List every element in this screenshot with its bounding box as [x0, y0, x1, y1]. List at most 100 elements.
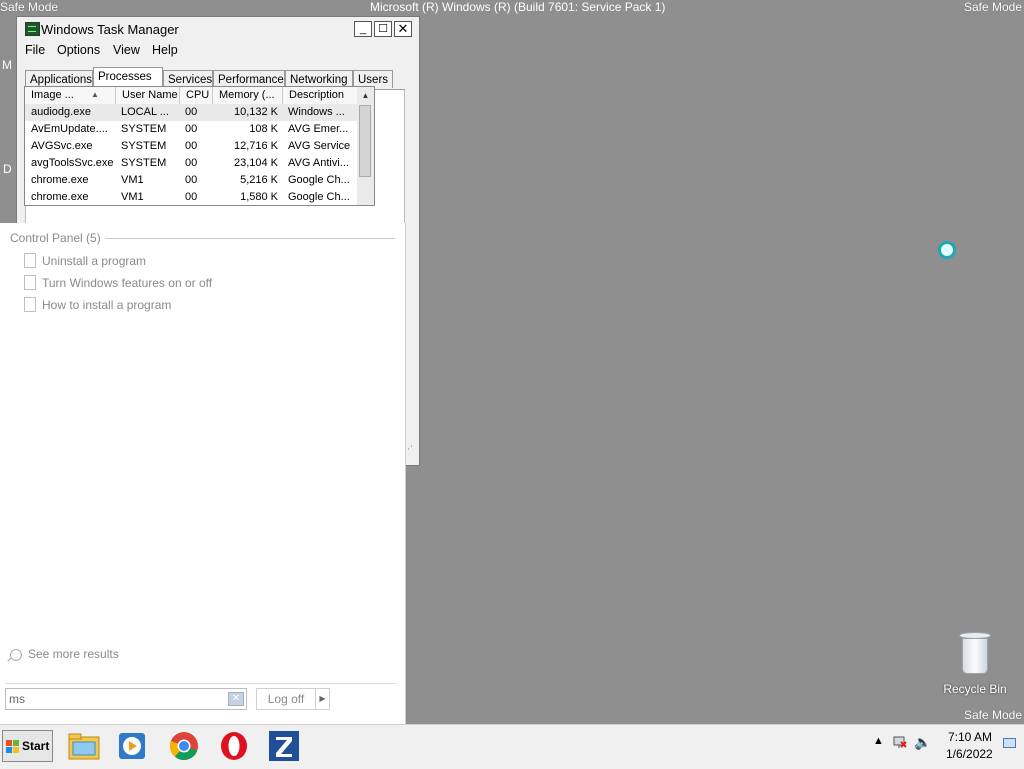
cell-cpu: 00	[185, 106, 198, 118]
minimize-button[interactable]: _	[354, 21, 372, 37]
process-row[interactable]: chrome.exe VM1 00 5,216 K Google Ch...	[25, 172, 358, 189]
cell-description: AVG Emer...	[288, 123, 349, 135]
control-panel-item-icon	[24, 275, 36, 291]
network-disconnected-icon[interactable]	[893, 735, 907, 749]
start-search-input[interactable]	[9, 692, 219, 706]
show-hidden-icons-chevron-icon[interactable]: ▲	[873, 735, 884, 747]
cell-memory: 10,132 K	[233, 106, 278, 118]
cell-description: Google Ch...	[288, 174, 350, 186]
window-title: Windows Task Manager	[41, 22, 179, 37]
process-row[interactable]: audiodg.exe LOCAL ... 00 10,132 K Window…	[25, 104, 358, 121]
clear-search-icon[interactable]: ✕	[228, 692, 244, 706]
scrollbar-thumb[interactable]	[359, 105, 371, 177]
menu-view[interactable]: View	[113, 43, 140, 57]
scroll-up-arrow-icon[interactable]: ▲	[357, 87, 374, 104]
log-off-button[interactable]: Log off	[256, 688, 316, 710]
menu-bar: File Options View Help	[17, 41, 419, 61]
cell-user-name: LOCAL ...	[121, 106, 169, 118]
start-search-box[interactable]: ✕	[5, 688, 247, 710]
cell-memory: 12,716 K	[233, 140, 278, 152]
cell-user-name: SYSTEM	[121, 123, 167, 135]
menu-options[interactable]: Options	[57, 43, 100, 57]
process-row[interactable]: AVGSvc.exe SYSTEM 00 12,716 K AVG Servic…	[25, 138, 358, 155]
cell-memory: 108 K	[249, 123, 278, 135]
cell-description: AVG Service	[288, 140, 351, 152]
clock-time[interactable]: 7:10 AM	[948, 730, 992, 744]
windows-logo-icon	[6, 740, 19, 753]
cell-user-name: SYSTEM	[121, 157, 167, 169]
cell-cpu: 00	[185, 174, 198, 186]
see-more-label: See more results	[28, 647, 119, 661]
taskbar: Start ▲ 🔈 7:10 AM 1/6/2022	[0, 724, 1024, 769]
clock-date[interactable]: 1/6/2022	[946, 747, 993, 761]
recycle-bin-label: Recycle Bin	[943, 682, 1007, 696]
cell-description: Windows ...	[288, 106, 345, 118]
chrome-icon[interactable]	[166, 730, 202, 762]
result-windows-features[interactable]: Turn Windows features on or off	[24, 275, 213, 291]
zonealarm-icon[interactable]	[266, 730, 302, 762]
result-uninstall-program[interactable]: Uninstall a program	[24, 253, 147, 269]
action-center-icon[interactable]	[1003, 738, 1016, 748]
cell-image-name: chrome.exe	[31, 174, 89, 186]
process-row[interactable]: avgToolsSvc.exe SYSTEM 00 23,104 K AVG A…	[25, 155, 358, 172]
result-how-to-install[interactable]: How to install a program	[24, 297, 172, 313]
cell-user-name: VM1	[121, 174, 144, 186]
recycle-bin-icon	[958, 632, 992, 676]
cell-memory: 23,104 K	[233, 157, 278, 169]
section-divider	[105, 238, 395, 239]
cell-user-name: SYSTEM	[121, 140, 167, 152]
column-header-memory[interactable]: Memory (...	[213, 87, 283, 104]
result-label: How to install a program	[42, 298, 172, 312]
cell-image-name: AvEmUpdate....	[31, 123, 108, 135]
safe-mode-label-top-left: Safe Mode	[0, 0, 59, 14]
volume-icon[interactable]: 🔈	[914, 734, 931, 751]
cell-image-name: AVGSvc.exe	[31, 140, 93, 152]
process-row[interactable]: AvEmUpdate.... SYSTEM 00 108 K AVG Emer.…	[25, 121, 358, 138]
start-button[interactable]: Start	[2, 730, 53, 762]
cell-description: AVG Antivi...	[288, 157, 349, 169]
result-label: Uninstall a program	[42, 254, 147, 268]
safe-mode-label-bottom-right: Safe Mode	[963, 708, 1022, 722]
cell-image-name: avgToolsSvc.exe	[31, 157, 114, 169]
column-header-image-name[interactable]: Image ...	[25, 87, 116, 104]
results-section-heading[interactable]: Control Panel (5)	[10, 231, 101, 245]
control-panel-item-icon	[24, 253, 36, 269]
task-manager-app-icon	[25, 22, 40, 36]
process-list-scrollbar[interactable]: ▲	[357, 87, 374, 205]
cell-cpu: 00	[185, 140, 198, 152]
column-header-cpu[interactable]: CPU	[180, 87, 213, 104]
safe-mode-label-top-right: Safe Mode	[963, 0, 1022, 14]
maximize-button[interactable]: ☐	[374, 21, 392, 37]
explorer-icon[interactable]	[66, 730, 102, 762]
column-header-description[interactable]: Description	[283, 87, 358, 104]
close-button[interactable]: ✕	[394, 21, 412, 37]
cell-memory: 1,580 K	[240, 191, 278, 203]
media-player-icon[interactable]	[114, 730, 150, 762]
cell-cpu: 00	[185, 157, 198, 169]
opera-icon[interactable]	[216, 730, 252, 762]
cell-memory: 5,216 K	[240, 174, 278, 186]
result-label: Turn Windows features on or off	[42, 276, 213, 290]
cell-cpu: 00	[185, 123, 198, 135]
cell-user-name: VM1	[121, 191, 144, 203]
see-more-results-link[interactable]: See more results	[10, 647, 119, 661]
desktop-icon-label-fragment: D	[3, 162, 12, 176]
control-panel-item-icon	[24, 297, 36, 313]
cell-description: Google Ch...	[288, 191, 350, 203]
shutdown-options-arrow-icon[interactable]: ▶	[315, 688, 330, 710]
search-icon	[10, 648, 22, 661]
start-label: Start	[22, 739, 50, 753]
cell-cpu: 00	[185, 191, 198, 203]
process-row[interactable]: chrome.exe VM1 00 1,580 K Google Ch...	[25, 189, 358, 205]
menu-file[interactable]: File	[25, 43, 45, 57]
sort-ascending-icon: ▲	[91, 90, 99, 99]
column-header-user-name[interactable]: User Name	[116, 87, 180, 104]
process-list: Image ... ▲ User Name CPU Memory (... De…	[24, 86, 375, 206]
desktop-icon-label-fragment: M	[2, 58, 12, 72]
recycle-bin-shortcut[interactable]: Recycle Bin	[940, 632, 1010, 696]
task-manager-titlebar[interactable]: Windows Task Manager _ ☐ ✕	[17, 17, 419, 41]
menu-help[interactable]: Help	[152, 43, 178, 57]
busy-cursor-icon	[938, 241, 956, 259]
windows-build-text: Microsoft (R) Windows (R) (Build 7601: S…	[370, 0, 666, 14]
search-divider	[5, 683, 397, 684]
